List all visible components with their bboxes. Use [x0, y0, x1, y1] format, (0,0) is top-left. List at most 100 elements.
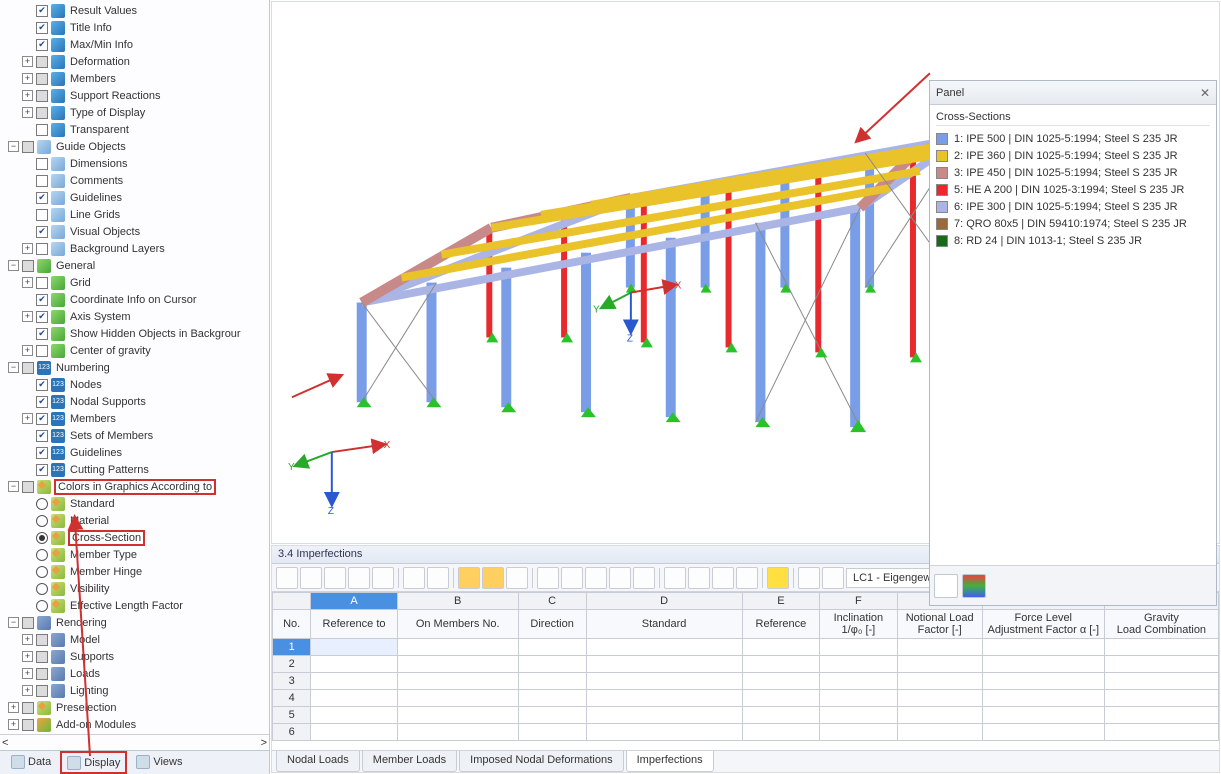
- grid-cell[interactable]: [820, 673, 897, 690]
- toolbar-button[interactable]: [324, 567, 346, 589]
- tab-views[interactable]: Views: [129, 751, 189, 774]
- tree-item[interactable]: Coordinate Info on Cursor: [68, 294, 199, 306]
- tree-item[interactable]: Center of gravity: [68, 345, 153, 357]
- tree-item[interactable]: Dimensions: [68, 158, 129, 170]
- checkbox[interactable]: [36, 685, 48, 697]
- expander[interactable]: +: [22, 668, 33, 679]
- grid-cell[interactable]: [397, 724, 518, 741]
- expander[interactable]: +: [22, 311, 33, 322]
- tree-item[interactable]: Max/Min Info: [68, 39, 135, 51]
- close-icon[interactable]: ✕: [1200, 86, 1210, 100]
- checkbox[interactable]: [36, 243, 48, 255]
- expander[interactable]: +: [8, 702, 19, 713]
- toolbar-button[interactable]: [300, 567, 322, 589]
- tree-item[interactable]: Line Grids: [68, 209, 122, 221]
- grid-cell[interactable]: [311, 707, 397, 724]
- expander[interactable]: +: [22, 345, 33, 356]
- expander[interactable]: +: [22, 277, 33, 288]
- table-tab[interactable]: Imposed Nodal Deformations: [459, 751, 623, 772]
- grid-cell[interactable]: [518, 639, 586, 656]
- grid-cell[interactable]: [518, 707, 586, 724]
- expander[interactable]: −: [8, 617, 19, 628]
- grid-cell[interactable]: [397, 639, 518, 656]
- grid-cell[interactable]: [742, 707, 820, 724]
- legend-row[interactable]: 6: IPE 300 | DIN 1025-5:1994; Steel S 23…: [936, 198, 1210, 215]
- row-number[interactable]: 4: [273, 690, 311, 707]
- grid-cell[interactable]: [1104, 707, 1218, 724]
- checkbox[interactable]: [36, 5, 48, 17]
- tree-item[interactable]: Member Type: [68, 549, 139, 561]
- tree-item[interactable]: Material: [68, 515, 111, 527]
- row-number[interactable]: 1: [273, 639, 311, 656]
- tree-item[interactable]: Nodes: [68, 379, 104, 391]
- grid-cell[interactable]: [397, 673, 518, 690]
- radio-visibility[interactable]: [36, 583, 48, 595]
- table-scroll[interactable]: ABCDEFGHI No.Reference toOn Members No.D…: [272, 592, 1219, 750]
- grid-cell[interactable]: [742, 639, 820, 656]
- checkbox[interactable]: [36, 124, 48, 136]
- expander[interactable]: +: [22, 651, 33, 662]
- tree-item[interactable]: Guidelines: [68, 447, 124, 459]
- column-header[interactable]: Inclination1/φ₀ [-]: [820, 610, 897, 639]
- checkbox[interactable]: [36, 175, 48, 187]
- toolbar-button[interactable]: [372, 567, 394, 589]
- toolbar-button[interactable]: [403, 567, 425, 589]
- panel-button[interactable]: [934, 574, 958, 598]
- radio-standard[interactable]: [36, 498, 48, 510]
- toolbar-button[interactable]: [688, 567, 710, 589]
- column-letter[interactable]: E: [742, 593, 820, 610]
- legend-row[interactable]: 8: RD 24 | DIN 1013-1; Steel S 235 JR: [936, 232, 1210, 249]
- grid-cell[interactable]: [311, 639, 397, 656]
- expander[interactable]: −: [8, 141, 19, 152]
- tree-item[interactable]: Title Info: [68, 22, 114, 34]
- grid-cell[interactable]: [311, 656, 397, 673]
- table-tab[interactable]: Imperfections: [626, 751, 714, 772]
- grid-cell[interactable]: [518, 724, 586, 741]
- tree-item[interactable]: Axis System: [68, 311, 133, 323]
- expander[interactable]: +: [22, 243, 33, 254]
- checkbox[interactable]: [36, 447, 48, 459]
- tab-data[interactable]: Data: [4, 751, 58, 774]
- table-tab[interactable]: Nodal Loads: [276, 751, 360, 772]
- radio-member-hinge[interactable]: [36, 566, 48, 578]
- tree-item[interactable]: Rendering: [54, 617, 109, 629]
- toolbar-button[interactable]: [276, 567, 298, 589]
- checkbox[interactable]: [36, 107, 48, 119]
- grid-cell[interactable]: [397, 656, 518, 673]
- tree-item[interactable]: Supports: [68, 651, 116, 663]
- row-number[interactable]: 2: [273, 656, 311, 673]
- tree-item[interactable]: Preselection: [54, 702, 119, 714]
- toolbar-button[interactable]: [348, 567, 370, 589]
- tree-item[interactable]: Background Layers: [68, 243, 167, 255]
- tree-item[interactable]: Cutting Patterns: [68, 464, 151, 476]
- grid-cell[interactable]: [897, 724, 982, 741]
- tree-item-colors-in-graphics[interactable]: Colors in Graphics According to: [54, 479, 216, 495]
- table-tab[interactable]: Member Loads: [362, 751, 457, 772]
- checkbox[interactable]: [36, 192, 48, 204]
- imperfections-table[interactable]: ABCDEFGHI No.Reference toOn Members No.D…: [272, 592, 1219, 741]
- checkbox[interactable]: [22, 702, 34, 714]
- expander[interactable]: +: [8, 719, 19, 730]
- toolbar-button[interactable]: [561, 567, 583, 589]
- grid-cell[interactable]: [1104, 639, 1218, 656]
- panel-titlebar[interactable]: Panel ✕: [930, 81, 1216, 105]
- checkbox[interactable]: [36, 22, 48, 34]
- expander[interactable]: −: [8, 362, 19, 373]
- column-letter[interactable]: D: [586, 593, 742, 610]
- tree-item[interactable]: Member Hinge: [68, 566, 144, 578]
- row-number[interactable]: 5: [273, 707, 311, 724]
- grid-cell[interactable]: [1104, 656, 1218, 673]
- grid-cell[interactable]: [311, 724, 397, 741]
- tree-item[interactable]: Comments: [68, 175, 125, 187]
- grid-cell[interactable]: [586, 690, 742, 707]
- checkbox[interactable]: [36, 651, 48, 663]
- checkbox[interactable]: [22, 260, 34, 272]
- tree-item-cross-section[interactable]: Cross-Section: [68, 530, 145, 546]
- grid-cell[interactable]: [982, 656, 1104, 673]
- expander[interactable]: −: [8, 481, 19, 492]
- column-header[interactable]: GravityLoad Combination: [1104, 610, 1218, 639]
- panel-button-colorbar[interactable]: [962, 574, 986, 598]
- legend-row[interactable]: 7: QRO 80x5 | DIN 59410:1974; Steel S 23…: [936, 215, 1210, 232]
- tree-item[interactable]: General: [54, 260, 97, 272]
- grid-cell[interactable]: [820, 690, 897, 707]
